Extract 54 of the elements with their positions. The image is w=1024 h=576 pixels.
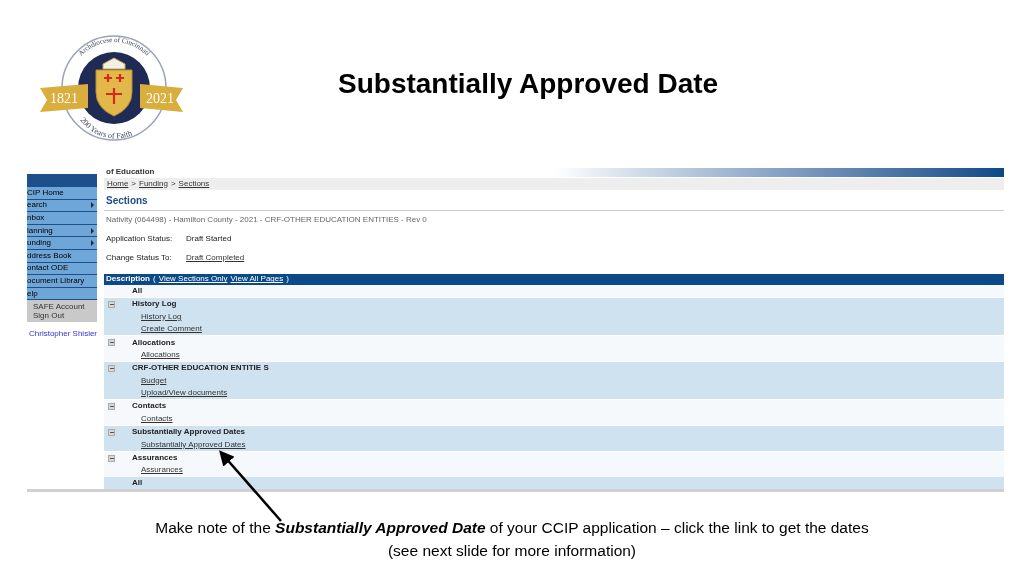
ribbon (40, 84, 88, 112)
section-link[interactable]: Budget (141, 374, 167, 387)
section-link[interactable]: Contacts (141, 412, 173, 425)
collapse-toggle[interactable] (108, 364, 115, 372)
year-label: 2021 (146, 91, 174, 106)
collapse-toggle[interactable] (108, 402, 115, 410)
collapse-toggle[interactable] (108, 428, 115, 436)
user-name: Christopher Shisler (29, 328, 97, 341)
breadcrumb-separator: > (170, 177, 176, 190)
breadcrumb-link[interactable]: Home (107, 177, 129, 190)
site-name: of Education (105, 168, 155, 177)
section-title: Allocations (132, 336, 176, 349)
section-link[interactable]: History Log (141, 310, 182, 323)
application-subtitle: Nativity (064498) - Hamilton County - 2021 - CRF-OTHER EDUCATION ENTITIES - Rev 0 (105, 213, 428, 226)
account-link[interactable]: Sign Out (33, 311, 97, 321)
section-title: Substantially Approved Dates (132, 426, 246, 439)
collapse-toggle[interactable] (108, 339, 115, 346)
breadcrumb-separator: > (131, 177, 136, 190)
section-title: Contacts (132, 400, 167, 413)
breadcrumb-link[interactable]: Sections (178, 177, 210, 190)
sidebar-item[interactable]: nbox (27, 212, 97, 225)
sidebar-item[interactable]: unding (27, 237, 97, 250)
collapse-toggle[interactable] (108, 300, 115, 308)
section-link[interactable]: Upload/View documents (141, 387, 228, 400)
sidebar-item[interactable]: ocument Library (27, 275, 97, 288)
field-label: Application Status: (106, 232, 174, 245)
bracket: ) (286, 273, 289, 286)
breadcrumb-link[interactable]: Funding (139, 177, 168, 190)
sidebar-item[interactable]: CIP Home (27, 187, 97, 200)
header-link[interactable]: View All Pages (230, 273, 284, 286)
row-label: All (132, 476, 143, 489)
status-link[interactable]: Draft Completed (186, 251, 245, 264)
ribbon (140, 84, 183, 112)
section-link[interactable]: Assurances (141, 464, 183, 477)
row-label: All (132, 284, 143, 297)
collapse-toggle[interactable] (108, 454, 115, 462)
year-label: 1821 (50, 91, 78, 106)
sidebar-header (27, 174, 97, 187)
column-title: Description (106, 273, 150, 286)
bracket: ( (153, 273, 156, 286)
section-link[interactable]: Create Comment (141, 323, 202, 336)
section-link[interactable]: Substantially Approved Dates (141, 438, 246, 451)
account-link[interactable]: SAFE Account (33, 302, 97, 312)
field-value: Draft Started (186, 232, 232, 245)
section-link[interactable]: Allocations (141, 348, 180, 361)
section-title: History Log (132, 298, 177, 311)
section-title: Assurances (132, 452, 178, 464)
shield-icon (95, 69, 133, 117)
header-link[interactable]: View Sections Only (158, 273, 228, 286)
page-heading: Sections (105, 193, 149, 208)
field-label: Change Status To: (106, 251, 173, 264)
slide-title: Substantially Approved Date (338, 67, 719, 97)
caption: Make note of the Substantially Approved Date of your CCIP application – click the link to get the dates (see next slide for more information) (154, 518, 870, 561)
section-title: CRF-OTHER EDUCATION ENTITIE S (132, 362, 269, 375)
